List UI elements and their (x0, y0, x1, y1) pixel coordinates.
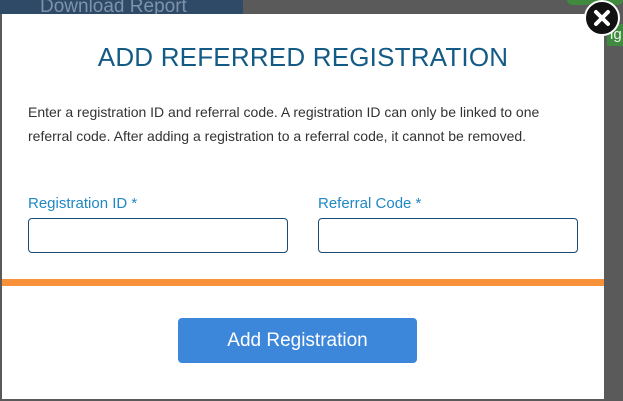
download-report-button: Download Report (0, 0, 243, 14)
referral-code-input[interactable] (318, 218, 578, 253)
close-dialog-button[interactable] (584, 0, 620, 36)
registration-id-input[interactable] (28, 218, 288, 253)
add-referred-registration-dialog: ADD REFERRED REGISTRATION Enter a regist… (2, 14, 604, 399)
orange-divider (2, 279, 604, 286)
add-registration-button[interactable]: Add Registration (178, 318, 417, 363)
dialog-title: ADD REFERRED REGISTRATION (97, 42, 509, 72)
close-icon (594, 10, 610, 26)
referral-code-label: Referral Code * (318, 195, 422, 212)
dialog-instructions: Enter a registration ID and referral cod… (28, 104, 540, 144)
registration-id-label: Registration ID * (28, 195, 138, 212)
